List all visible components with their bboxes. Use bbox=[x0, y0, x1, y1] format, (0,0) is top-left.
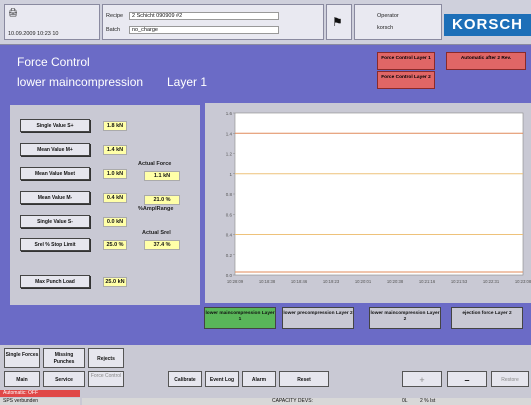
actual-srel-label: Actual Srel bbox=[142, 230, 171, 236]
amplrange-value: 21.0 % bbox=[144, 195, 180, 205]
datetime-text: 10.09.2009 10:23 10 bbox=[8, 31, 59, 37]
recipe-panel: Recipe 2 Schicht 090909 #2 Batch no_char… bbox=[102, 4, 324, 40]
x-tick-label: 10:28:09 bbox=[227, 279, 244, 284]
page-subtitle: lower maincompression bbox=[17, 75, 144, 89]
automatic-status: Automatic: OFF bbox=[0, 390, 80, 397]
single-forces-button[interactable]: Single Forces bbox=[4, 348, 40, 368]
y-tick-label: 1.4 bbox=[226, 131, 233, 136]
tab-lower-precompression-layer2[interactable]: lower precompression Layer 2 bbox=[282, 307, 354, 329]
actual-force-value: 1.1 kN bbox=[144, 171, 180, 181]
missing-punches-button[interactable]: Missing Punches bbox=[43, 348, 85, 368]
mean-value-mminus-value: 0.4 kN bbox=[103, 193, 127, 203]
automatic-after-2rev-button[interactable]: Automatic after 2 Rev. bbox=[446, 52, 526, 70]
operator-label: Operator bbox=[377, 13, 399, 19]
single-value-sminus-value: 0.0 kN bbox=[103, 217, 127, 227]
mean-value-mset-value: 1.0 kN bbox=[103, 169, 127, 179]
key-button[interactable]: ⚑ bbox=[326, 4, 352, 40]
max-punch-load-button[interactable]: Max Punch Load bbox=[20, 275, 90, 288]
x-tick-label: 10:23:08 bbox=[515, 279, 531, 284]
tab-lower-maincompression-layer2[interactable]: lower maincompression Layer 2 bbox=[369, 307, 441, 329]
page-layer: Layer 1 bbox=[167, 75, 208, 89]
amplrange-label: %AmplRange bbox=[138, 206, 174, 212]
capacity-label: CAPACITY DEVS: bbox=[272, 398, 313, 404]
service-button[interactable]: Service bbox=[43, 371, 85, 387]
y-tick-label: 1.6 bbox=[226, 111, 233, 116]
values-area: Single Value S+ 1.8 kN Mean Value M+ 1.4… bbox=[10, 105, 200, 305]
x-tick-label: 10:19:23 bbox=[323, 279, 340, 284]
main-button[interactable]: Main bbox=[4, 371, 40, 387]
mean-value-mplus-value: 1.4 kN bbox=[103, 145, 127, 155]
y-tick-label: 0.2 bbox=[226, 253, 233, 258]
x-tick-label: 10:21:16 bbox=[419, 279, 436, 284]
force-chart-area: 1.6 1.4 1.2 1 0.8 0.6 0.4 0.2 0.0 10:28:09 10:18:3… bbox=[205, 103, 531, 303]
reset-button[interactable]: Reset bbox=[279, 371, 329, 387]
tab-ejection-force-layer2[interactable]: ejection force Layer 2 bbox=[451, 307, 523, 329]
operator-panel: Operator korsch bbox=[354, 4, 442, 40]
actual-srel-value: 37.4 % bbox=[144, 240, 180, 250]
recipe-label: Recipe bbox=[106, 13, 124, 19]
x-tick-label: 10:18:46 bbox=[291, 279, 308, 284]
rejects-button[interactable]: Rejects bbox=[88, 348, 124, 368]
y-tick-label: 1.2 bbox=[226, 152, 233, 157]
x-tick-label: 10:20:01 bbox=[355, 279, 372, 284]
force-control-layer1-button[interactable]: Force Control Layer 1 bbox=[377, 52, 435, 70]
operator-value: korsch bbox=[377, 25, 394, 31]
mean-value-mminus-button[interactable]: Mean Value M- bbox=[20, 191, 90, 204]
plus-button[interactable]: + bbox=[402, 371, 442, 387]
single-value-splus-value: 1.8 kN bbox=[103, 121, 127, 131]
mean-value-mset-button[interactable]: Mean Value Mset bbox=[20, 167, 90, 180]
sps-status: SPS verbunden bbox=[0, 398, 80, 405]
srel-stop-limit-value: 25.0 % bbox=[103, 240, 127, 250]
restore-button[interactable]: Restore bbox=[491, 371, 529, 387]
force-control-nav-button[interactable]: Force Control bbox=[88, 371, 124, 387]
page-title: Force Control bbox=[17, 55, 90, 69]
x-tick-label: 10:21:53 bbox=[451, 279, 468, 284]
capacity-value: 2 % Ist bbox=[420, 398, 436, 404]
calibrate-button[interactable]: Calibrate bbox=[168, 371, 202, 387]
recipe-field[interactable]: 2 Schicht 090909 #2 bbox=[129, 12, 279, 20]
batch-label: Batch bbox=[106, 27, 121, 33]
force-chart: 1.6 1.4 1.2 1 0.8 0.6 0.4 0.2 0.010:28:09 10:18:3… bbox=[226, 111, 531, 284]
single-value-sminus-button[interactable]: Single Value S- bbox=[20, 215, 90, 228]
y-tick-label: 1 bbox=[229, 172, 232, 177]
y-tick-label: 0.4 bbox=[226, 233, 233, 238]
actual-force-label: Actual Force bbox=[138, 161, 172, 167]
max-punch-load-value: 25.0 kN bbox=[103, 277, 127, 287]
korsch-logo: KORSCH bbox=[444, 14, 531, 36]
tab-lower-maincompression-layer1[interactable]: lower maincompression Layer 1 bbox=[204, 307, 276, 329]
datetime-panel: 🖨 10.09.2009 10:23 10 bbox=[4, 4, 100, 40]
x-tick-label: 10:18:38 bbox=[259, 279, 276, 284]
plot-area bbox=[234, 112, 524, 276]
srel-stop-limit-button[interactable]: Srel % Stop Limit bbox=[20, 238, 90, 251]
y-tick-label: 0.0 bbox=[226, 273, 233, 278]
event-log-button[interactable]: Event Log bbox=[205, 371, 239, 387]
bottom-toolbar: Single Forces Missing Punches Rejects Ma… bbox=[0, 345, 531, 405]
key-icon: ⚑ bbox=[332, 15, 343, 29]
header-bar: 🖨 10.09.2009 10:23 10 Recipe 2 Schicht 0… bbox=[0, 0, 531, 45]
printer-icon[interactable]: 🖨 bbox=[8, 8, 18, 17]
y-tick-label: 0.6 bbox=[226, 212, 233, 217]
capacity-unit: 0L bbox=[402, 398, 408, 404]
single-value-splus-button[interactable]: Single Value S+ bbox=[20, 119, 90, 132]
x-tick-label: 10:22:31 bbox=[483, 279, 500, 284]
capacity-bar: CAPACITY DEVS: 0L 2 % Ist bbox=[82, 398, 531, 405]
mean-value-mplus-button[interactable]: Mean Value M+ bbox=[20, 143, 90, 156]
y-tick-label: 0.8 bbox=[226, 192, 233, 197]
force-control-layer2-button[interactable]: Force Control Layer 2 bbox=[377, 71, 435, 89]
x-tick-label: 10:20:38 bbox=[387, 279, 404, 284]
alarm-button[interactable]: Alarm bbox=[242, 371, 276, 387]
minus-button[interactable]: – bbox=[447, 371, 487, 387]
batch-field[interactable]: no_charge bbox=[129, 26, 279, 34]
